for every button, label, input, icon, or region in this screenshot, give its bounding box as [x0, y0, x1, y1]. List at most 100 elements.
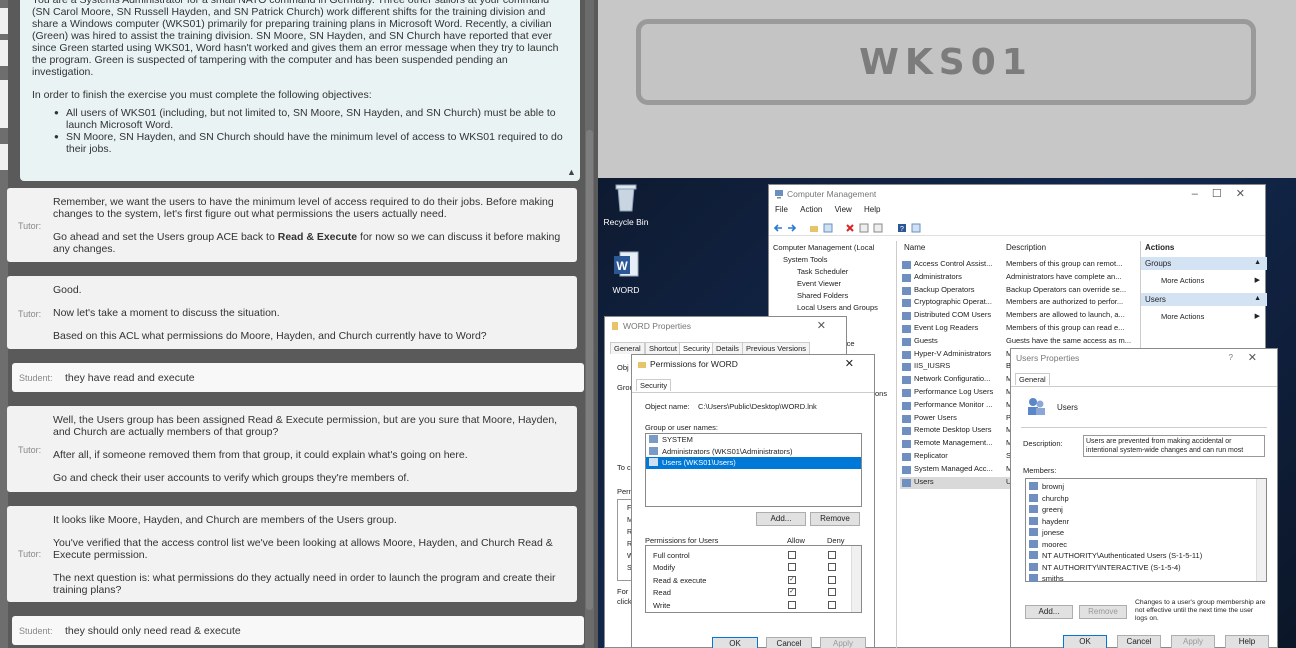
list-item[interactable]: SYSTEM: [646, 434, 861, 446]
description-field[interactable]: Users are prevented from making accident…: [1083, 435, 1265, 457]
permissions-scrollbar[interactable]: [851, 546, 861, 612]
close-icon[interactable]: ✕: [817, 319, 840, 332]
action-more-actions[interactable]: More Actions: [1161, 276, 1204, 285]
refresh-icon[interactable]: [873, 223, 883, 233]
word-shortcut[interactable]: W WORD: [598, 250, 654, 295]
table-row[interactable]: Administrators Administrators have comple…: [900, 272, 1136, 284]
group-name-cell: Backup Operators: [914, 284, 975, 294]
chat-scrollbar-thumb[interactable]: [586, 130, 593, 610]
close-icon[interactable]: ✕: [845, 357, 868, 370]
back-arrow-icon[interactable]: [773, 223, 783, 233]
up-titlebar[interactable]: Users Properties ? ✕: [1011, 349, 1277, 367]
column-header-description[interactable]: Description: [1006, 243, 1046, 252]
help-button[interactable]: Help: [1225, 635, 1269, 648]
window-title: Permissions for WORD: [650, 359, 738, 369]
allow-checkbox[interactable]: ✓: [788, 575, 796, 584]
help-icon[interactable]: ?: [897, 223, 907, 233]
add-button[interactable]: Add...: [756, 512, 806, 526]
actions-groups-header[interactable]: Groups ▲: [1141, 257, 1267, 270]
delete-icon[interactable]: [845, 223, 855, 233]
cancel-button[interactable]: Cancel: [1117, 635, 1161, 648]
group-description-cell: Members of this group can remot...: [1006, 259, 1123, 268]
list-item-selected[interactable]: Users (WKS01\Users): [646, 457, 861, 469]
list-item[interactable]: jonese: [1026, 527, 1266, 539]
cancel-button[interactable]: Cancel: [766, 637, 812, 648]
cm-titlebar[interactable]: Computer Management –☐✕: [769, 185, 1265, 203]
table-row[interactable]: Guests Guests have the same access as m..…: [900, 336, 1136, 348]
users-properties-dialog[interactable]: Users Properties ? ✕ General Users Descr…: [1010, 348, 1278, 648]
tree-local-users-groups[interactable]: Local Users and Groups: [797, 303, 878, 312]
perm-titlebar[interactable]: Permissions for WORD ✕: [632, 355, 874, 373]
add-member-button[interactable]: Add...: [1025, 605, 1073, 619]
table-row[interactable]: Backup Operators Backup Operators can ove…: [900, 285, 1136, 297]
show-hide-icon[interactable]: [911, 223, 921, 233]
table-row[interactable]: Cryptographic Operat... Members are autho…: [900, 297, 1136, 309]
deny-checkbox[interactable]: [828, 563, 836, 572]
console-tree-icon[interactable]: [823, 223, 833, 233]
actions-header: Actions: [1145, 243, 1175, 252]
deny-checkbox[interactable]: [828, 588, 836, 597]
permissions-dialog[interactable]: Permissions for WORD ✕ Security Object n…: [631, 354, 875, 648]
column-header-name[interactable]: Name: [904, 243, 925, 252]
list-item[interactable]: greenj: [1026, 504, 1266, 516]
recycle-bin-icon: [598, 182, 654, 214]
deny-checkbox[interactable]: [828, 575, 836, 584]
action-more-actions[interactable]: More Actions: [1161, 312, 1204, 321]
allow-checkbox[interactable]: ✓: [788, 588, 796, 597]
scroll-up-icon[interactable]: ▲: [567, 167, 576, 177]
tree-event-viewer[interactable]: Event Viewer: [797, 279, 841, 288]
tab-shortcut[interactable]: Shortcut: [645, 342, 681, 354]
list-item[interactable]: brownj: [1026, 481, 1266, 493]
folder-icon[interactable]: [809, 223, 819, 233]
remove-button[interactable]: Remove: [810, 512, 860, 526]
list-item[interactable]: NT AUTHORITY\INTERACTIVE (S-1-5-4): [1026, 562, 1266, 574]
allow-checkbox[interactable]: [788, 600, 796, 609]
wp-titlebar[interactable]: WORD Properties ✕: [605, 317, 846, 335]
window-title: WORD Properties: [623, 321, 692, 331]
list-item[interactable]: NT AUTHORITY\Authenticated Users (S-1-5-…: [1026, 550, 1266, 562]
table-row[interactable]: Access Control Assist... Members of this …: [900, 259, 1136, 271]
tab-security[interactable]: Security: [636, 379, 672, 391]
recycle-bin-shortcut[interactable]: Recycle Bin: [598, 182, 654, 227]
allow-checkbox[interactable]: [788, 563, 796, 572]
list-item[interactable]: smiths: [1026, 573, 1266, 585]
deny-checkbox[interactable]: [828, 600, 836, 609]
student-message: Student: they should only need read & ex…: [12, 616, 584, 645]
list-item[interactable]: Administrators (WKS01\Administrators): [646, 446, 861, 458]
menu-file[interactable]: File: [775, 205, 788, 214]
ok-button[interactable]: OK: [1063, 635, 1107, 648]
ok-button[interactable]: OK: [712, 637, 758, 648]
group-names-list[interactable]: SYSTEM Administrators (WKS01\Administrat…: [645, 433, 862, 507]
table-row[interactable]: Distributed COM Users Members are allowed…: [900, 310, 1136, 322]
menu-help[interactable]: Help: [864, 205, 880, 214]
actions-users-header[interactable]: Users ▲: [1141, 293, 1267, 306]
tab-details[interactable]: Details: [712, 342, 743, 354]
remove-member-button[interactable]: Remove: [1079, 605, 1127, 619]
tree-system-tools[interactable]: System Tools: [783, 255, 827, 264]
apply-button[interactable]: Apply: [1171, 635, 1215, 648]
allow-checkbox[interactable]: [788, 551, 796, 559]
list-item[interactable]: moorec: [1026, 539, 1266, 551]
help-icon[interactable]: ?: [1229, 353, 1233, 362]
tree-shared-folders[interactable]: Shared Folders: [797, 291, 848, 300]
list-item[interactable]: haydenr: [1026, 516, 1266, 528]
forward-arrow-icon[interactable]: [787, 223, 797, 233]
tab-security[interactable]: Security: [679, 342, 715, 354]
members-scrollbar[interactable]: [1256, 479, 1266, 581]
tab-general[interactable]: General: [610, 342, 645, 354]
tab-general[interactable]: General: [1015, 373, 1050, 385]
close-icon[interactable]: ✕: [1248, 351, 1271, 364]
list-item[interactable]: churchp: [1026, 493, 1266, 505]
menu-view[interactable]: View: [835, 205, 852, 214]
members-list[interactable]: brownj churchp greenj haydenr jonese moorec NT…: [1025, 478, 1267, 585]
menu-action[interactable]: Action: [800, 205, 822, 214]
tree-computer-management[interactable]: Computer Management (Local: [773, 243, 874, 252]
deny-checkbox[interactable]: [828, 551, 836, 559]
tab-previous-versions[interactable]: Previous Versions: [742, 342, 811, 354]
apply-button[interactable]: Apply: [820, 637, 866, 648]
tree-task-scheduler[interactable]: Task Scheduler: [797, 267, 848, 276]
table-row[interactable]: Event Log Readers Members of this group c…: [900, 323, 1136, 335]
properties-icon[interactable]: [859, 223, 869, 233]
window-controls[interactable]: –☐✕: [1192, 187, 1259, 200]
permission-name: Write: [653, 600, 671, 610]
